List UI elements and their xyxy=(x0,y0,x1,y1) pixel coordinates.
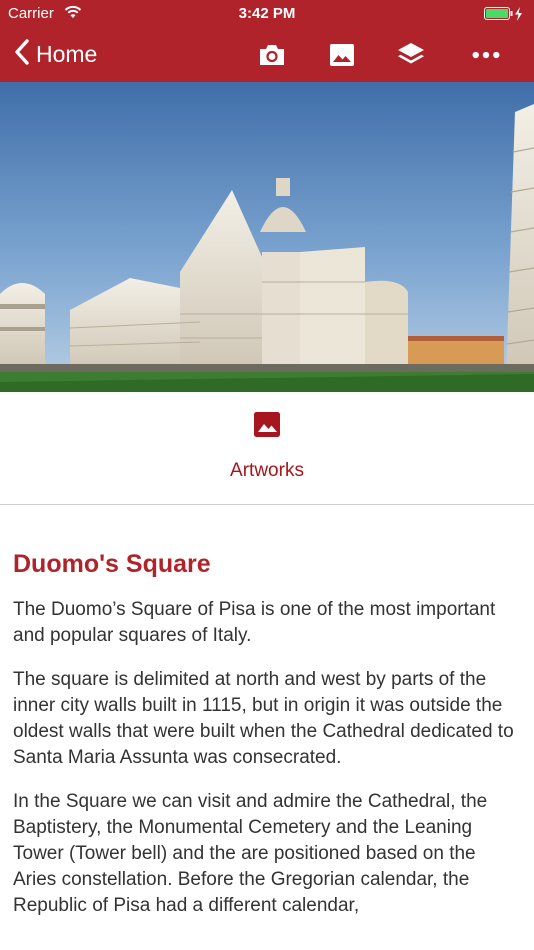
page-title: Duomo's Square xyxy=(13,550,211,578)
tab-label: Artworks xyxy=(230,460,304,481)
camera-icon[interactable] xyxy=(258,41,286,69)
tab-artworks[interactable]: Artworks xyxy=(0,392,534,505)
more-icon[interactable] xyxy=(472,41,500,69)
chevron-left-icon xyxy=(14,39,30,70)
paragraph: The Duomo’s Square of Pisa is one of the… xyxy=(13,599,496,646)
image-icon xyxy=(253,411,281,443)
battery-icon xyxy=(484,7,522,21)
paragraph: In the Square we can visit and admire th… xyxy=(13,791,488,916)
hero-image xyxy=(0,82,534,392)
navigation-bar: Home xyxy=(0,28,534,82)
status-bar: Carrier 3:42 PM xyxy=(0,0,534,28)
paragraph: The square is delimited at north and wes… xyxy=(13,669,514,768)
back-label: Home xyxy=(36,41,98,67)
clock: 3:42 PM xyxy=(238,5,296,22)
image-icon[interactable] xyxy=(328,41,356,69)
article: Duomo's Square The Duomo’s Square of Pis… xyxy=(13,504,521,919)
back-button[interactable]: Home xyxy=(14,39,97,70)
layers-icon[interactable] xyxy=(397,41,425,69)
top-bar: Carrier 3:42 PM Home xyxy=(0,0,534,82)
